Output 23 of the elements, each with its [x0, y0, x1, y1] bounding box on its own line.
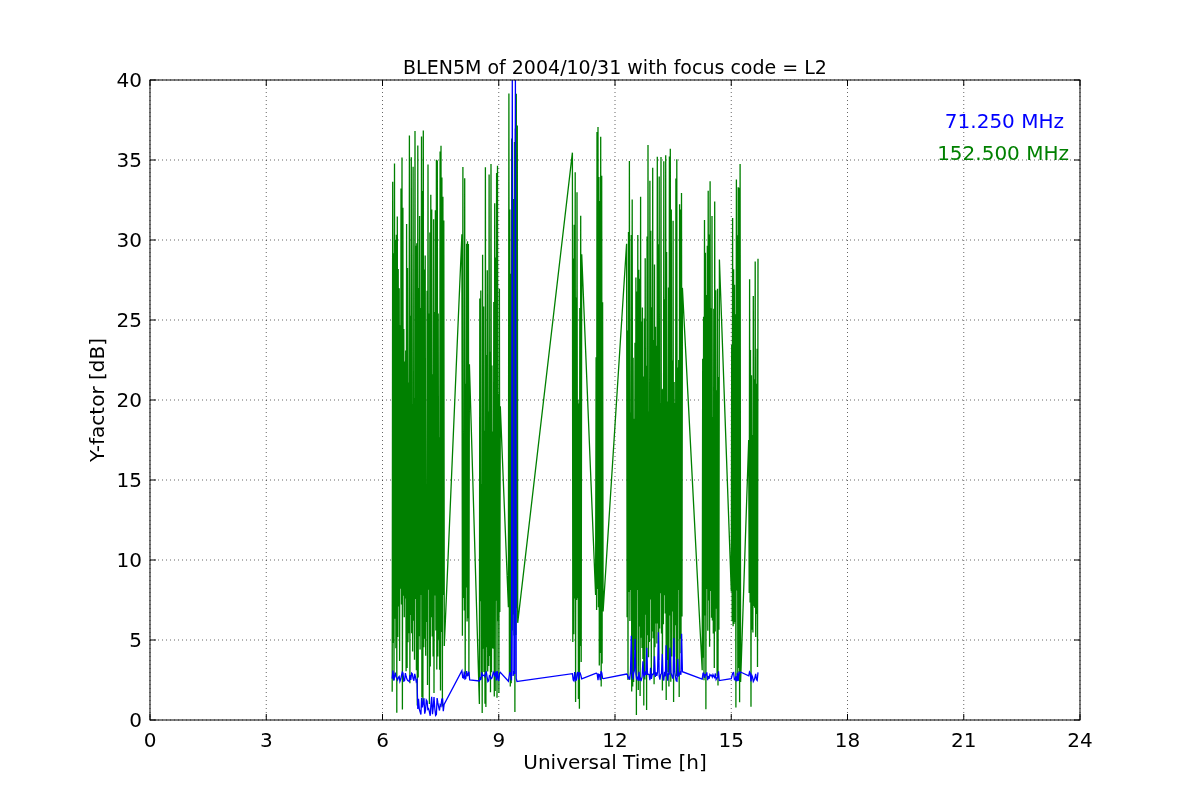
x-tick-label: 6: [376, 728, 389, 752]
y-tick-label: 15: [116, 468, 142, 492]
x-tick-label: 15: [718, 728, 744, 752]
x-tick-label: 0: [143, 728, 157, 752]
y-tick-label: 20: [116, 388, 142, 412]
legend-label: 71.250 MHz: [944, 109, 1064, 133]
y-tick-label: 5: [129, 628, 142, 652]
x-tick-label: 21: [951, 728, 977, 752]
y-tick-label: 0: [129, 708, 142, 732]
x-tick-label: 12: [602, 728, 628, 752]
x-tick-label: 24: [1067, 728, 1093, 752]
chart-title: BLEN5M of 2004/10/31 with focus code = L2: [403, 56, 827, 78]
x-tick-label: 3: [259, 728, 273, 752]
y-tick-label: 40: [116, 68, 142, 92]
y-tick-label: 25: [116, 308, 142, 332]
x-tick-label: 18: [834, 728, 861, 752]
x-tick-label: 9: [492, 728, 506, 752]
y-tick-label: 35: [116, 148, 142, 172]
legend-label: 152.500 MHz: [937, 141, 1069, 165]
y-tick-label: 10: [116, 548, 142, 572]
y-tick-label: 30: [116, 228, 142, 252]
x-axis-label: Universal Time [h]: [523, 750, 707, 774]
y-axis-label: Y-factor [dB]: [85, 338, 109, 462]
